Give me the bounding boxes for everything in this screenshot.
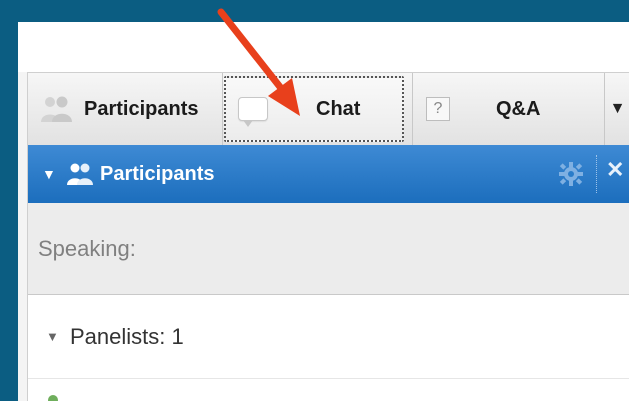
tab-divider	[412, 73, 413, 145]
tab-qa-label: Q&A	[496, 97, 541, 120]
panelists-group-header[interactable]: ▼ Panelists: 1	[28, 295, 629, 379]
people-icon	[66, 162, 94, 186]
window-frame-left	[0, 0, 18, 401]
speaking-label: Speaking:	[38, 235, 136, 261]
tab-divider	[604, 73, 605, 145]
speaking-row: Speaking:	[28, 203, 629, 295]
left-pane-edge	[18, 72, 28, 401]
chat-bubble-icon	[238, 97, 268, 127]
status-icon	[48, 395, 58, 401]
tab-participants-label: Participants	[84, 97, 199, 120]
panel-title: Participants	[100, 162, 215, 185]
webex-panel: Participants Chat ? Q&A ▼ ▼ Participants	[18, 0, 629, 401]
panelists-label: Panelists: 1	[70, 323, 184, 349]
people-icon	[40, 94, 74, 124]
blank-area	[18, 22, 629, 72]
list-item	[28, 379, 629, 401]
gear-icon[interactable]	[558, 161, 584, 187]
tabs-dropdown-button[interactable]: ▼	[606, 73, 629, 145]
tab-chat[interactable]: Chat	[224, 76, 404, 142]
participants-panel-header: ▼ Participants ✕	[28, 145, 629, 203]
header-divider	[596, 155, 598, 193]
close-icon[interactable]: ✕	[606, 157, 624, 183]
tab-chat-label: Chat	[316, 97, 361, 120]
window-frame-top	[18, 0, 629, 22]
panel-tab-bar: Participants Chat ? Q&A ▼	[28, 72, 629, 145]
expand-caret-icon[interactable]: ▼	[46, 329, 66, 344]
tab-divider	[222, 73, 223, 145]
collapse-caret-icon[interactable]: ▼	[42, 166, 60, 182]
tab-participants[interactable]: Participants	[28, 73, 222, 145]
tab-qa[interactable]: ? Q&A	[416, 73, 602, 145]
question-icon: ?	[426, 97, 450, 121]
